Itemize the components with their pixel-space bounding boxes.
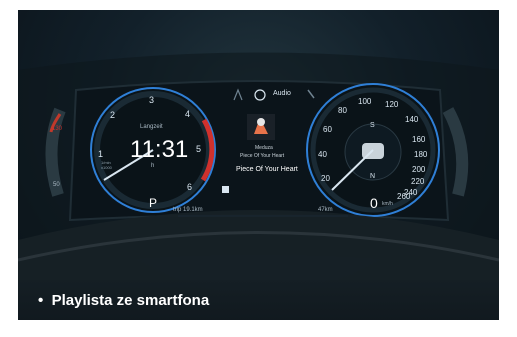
- speed-tick-180: 180: [414, 150, 428, 159]
- caption-text: Playlista ze smartfona: [51, 292, 210, 309]
- temp-min: 50: [53, 182, 60, 188]
- speed-unit: km/h: [382, 201, 393, 207]
- tacho-unit: 1/min x1000: [101, 160, 112, 170]
- speed-tick-160: 160: [412, 135, 426, 144]
- trip-distance: trip 19.1km: [173, 207, 203, 213]
- range-distance: 47km: [318, 207, 333, 213]
- speed-tick-140: 140: [405, 115, 419, 124]
- heading-bottom: N: [370, 173, 376, 180]
- tacho-tick-6: 6: [187, 182, 193, 192]
- caption-bullet: •: [38, 292, 44, 309]
- caption: • Playlista ze smartfona: [38, 292, 209, 309]
- tacho-tick-5: 5: [196, 144, 202, 154]
- instrument-cluster-graphic: [18, 52, 499, 320]
- speed-tick-120: 120: [385, 100, 399, 109]
- temp-max: 130: [52, 126, 63, 132]
- clock-time: 11:31: [130, 136, 189, 163]
- media-artist: Meduza: [255, 145, 273, 151]
- clock-unit: h: [151, 163, 155, 169]
- speed-tick-80: 80: [338, 106, 347, 115]
- tacho-tick-3: 3: [149, 95, 155, 105]
- speed-value: 0: [370, 195, 378, 211]
- media-title: Piece Of Your Heart: [236, 166, 298, 173]
- gear-indicator: P: [149, 196, 158, 210]
- speed-tick-100: 100: [358, 97, 372, 106]
- media-title-small: Piece Of Your Heart: [240, 153, 285, 159]
- tacho-tick-2: 2: [110, 110, 116, 120]
- tab-audio[interactable]: Audio: [273, 90, 291, 97]
- tacho-tick-4: 4: [185, 109, 191, 119]
- speed-tick-20: 20: [321, 174, 330, 183]
- dashboard-photo: 1 2 3 4 5 6 Langzeit 11:31 h 1/min x1000…: [18, 10, 499, 320]
- clock-label: Langzeit: [140, 124, 163, 130]
- media-source-icon: [222, 186, 229, 193]
- speed-tick-260: 260: [397, 192, 411, 201]
- speed-tick-60: 60: [323, 125, 332, 134]
- speed-tick-220: 220: [411, 177, 425, 186]
- speed-tick-200: 200: [412, 165, 426, 174]
- album-art: [247, 114, 275, 140]
- speed-tick-40: 40: [318, 150, 327, 159]
- heading-top: S: [370, 122, 375, 129]
- tacho-tick-1: 1: [98, 149, 104, 159]
